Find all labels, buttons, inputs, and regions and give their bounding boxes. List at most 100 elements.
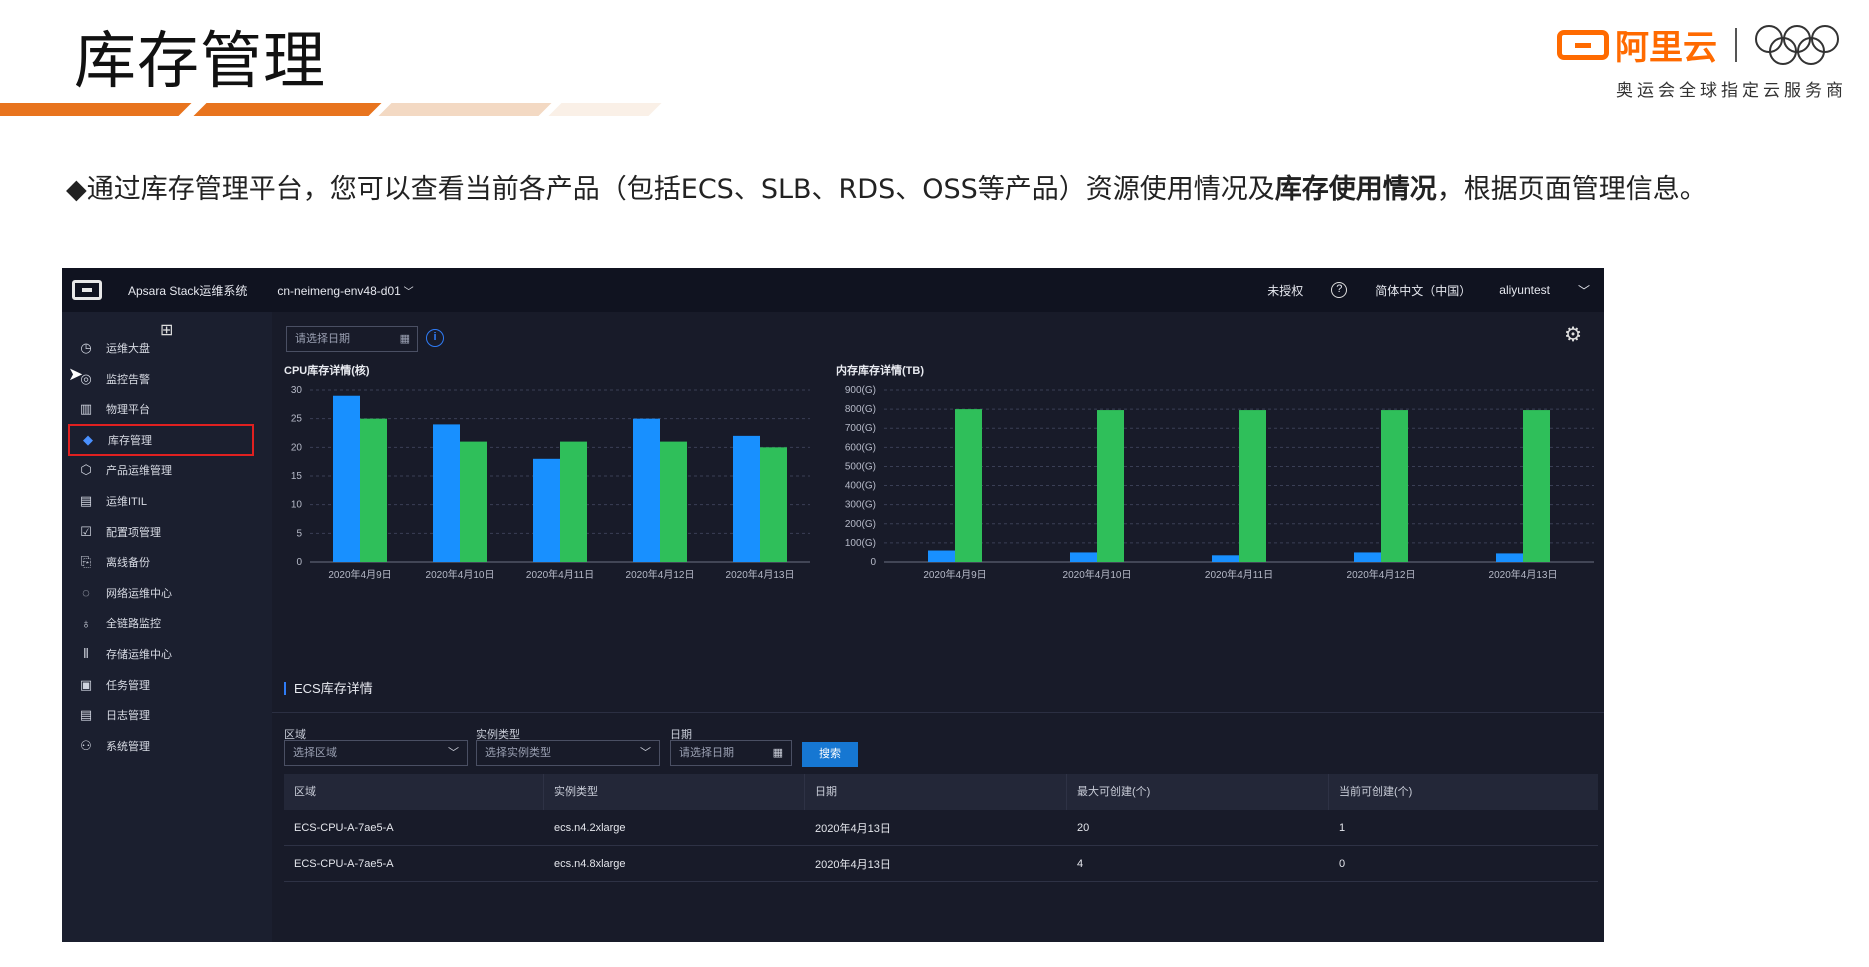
bullet-prefix: ◆通过库存管理平台，您可以查看当前各产品（包括ECS、SLB、RDS、OSS等产…: [66, 174, 1275, 205]
storage-icon: ⦀: [83, 646, 89, 661]
y-tick-label: 10: [291, 500, 303, 511]
sidebar-item[interactable]: ◌ 网络运维中心: [68, 577, 254, 609]
apsara-logo-icon[interactable]: [72, 280, 102, 300]
y-tick-label: 300(G): [845, 500, 876, 511]
backup-icon: ⎘: [80, 554, 92, 570]
bar: [928, 550, 955, 562]
x-tick-label: 2020年4月12日: [626, 568, 695, 581]
sidebar-item-label: 系统管理: [106, 740, 150, 753]
sidebar-item[interactable]: ◎ 监控告警: [68, 363, 254, 395]
bar: [333, 395, 360, 562]
sidebar-item[interactable]: ⦀ 存储运维中心: [68, 638, 254, 670]
user-settings-icon: ⚇: [80, 737, 92, 753]
y-tick-label: 0: [296, 557, 302, 568]
y-tick-label: 0: [870, 557, 876, 568]
chevron-down-icon: ﹀: [640, 747, 651, 759]
top-bar-right: 未授权 ? 简体中文（中国） aliyuntest ﹀: [1267, 282, 1604, 299]
sidebar-item-label: 任务管理: [106, 679, 150, 692]
x-tick-label: 2020年4月9日: [328, 568, 391, 581]
y-tick-label: 500(G): [845, 461, 876, 472]
y-tick-label: 20: [291, 442, 303, 453]
memory-bar-chart: 0 100(G) 200(G) 300(G) 400(G) 500(G) 600(G) 700…: [845, 385, 1594, 581]
ecs-table: 区域 实例类型 日期 最大可创建(个) 当前可创建(个) ECS-CPU-A-7…: [284, 774, 1598, 882]
pie-chart-icon: ◷: [80, 340, 92, 355]
language-selector[interactable]: 简体中文（中国）: [1375, 282, 1471, 299]
sidebar-item[interactable]: ☑ 配置项管理: [68, 516, 254, 548]
x-tick-label: 2020年4月13日: [1489, 568, 1558, 581]
x-tick-label: 2020年4月13日: [726, 568, 795, 581]
ecs-section-title: ECS库存详情: [284, 682, 373, 695]
slide-title: 库存管理: [74, 24, 327, 97]
user-menu[interactable]: aliyuntest: [1499, 283, 1550, 297]
y-tick-label: 30: [291, 385, 303, 396]
olympic-rings-icon: [1755, 23, 1839, 67]
y-tick-label: 200(G): [845, 519, 876, 530]
gear-icon[interactable]: ⚙: [1564, 322, 1582, 347]
table-row[interactable]: ECS-CPU-A-7ae5-A ecs.n4.8xlarge 2020年4月1…: [284, 846, 1598, 882]
column-header-region[interactable]: 区域: [284, 774, 544, 810]
sidebar-item-label: 离线备份: [106, 557, 150, 570]
table-row[interactable]: ECS-CPU-A-7ae5-A ecs.n4.2xlarge 2020年4月1…: [284, 810, 1598, 846]
instance-type-select[interactable]: 选择实例类型 ﹀: [476, 740, 660, 766]
bar: [560, 441, 587, 562]
bullet-bold: 库存使用情况: [1274, 174, 1437, 205]
sidebar-item[interactable]: ♁ 全链路监控: [68, 607, 254, 639]
top-bar: Apsara Stack运维系统 cn-neimeng-env48-d01 未授…: [62, 268, 1604, 312]
y-tick-label: 5: [296, 528, 302, 539]
sidebar-item[interactable]: ▣ 任务管理: [68, 669, 254, 701]
cell-instance-type: ecs.n4.8xlarge: [554, 857, 626, 870]
aliyun-mark-icon: [1557, 29, 1609, 60]
region-select[interactable]: 选择区域 ﹀: [284, 740, 468, 766]
cell-region: ECS-CPU-A-7ae5-A: [294, 821, 394, 834]
header-stripe: [378, 103, 552, 116]
date-filter-placeholder: 请选择日期: [679, 747, 734, 759]
date-picker-placeholder: 请选择日期: [295, 333, 350, 345]
brand-subtitle: 奥运会全球指定云服务商: [1616, 81, 1847, 101]
help-icon[interactable]: ?: [1331, 282, 1348, 298]
sidebar-item[interactable]: ▤ 日志管理: [68, 699, 254, 731]
system-name: Apsara Stack运维系统: [128, 283, 248, 298]
sidebar-item-label: 产品运维管理: [106, 465, 172, 478]
sidebar-item[interactable]: ⚇ 系统管理: [68, 730, 254, 762]
x-tick-label: 2020年4月12日: [1347, 568, 1416, 581]
y-tick-label: 25: [291, 414, 303, 425]
bar: [1070, 552, 1097, 562]
sidebar-item[interactable]: ▥ 物理平台: [68, 393, 254, 425]
sidebar-item[interactable]: ◆ 库存管理: [68, 423, 254, 456]
sidebar-item[interactable]: ▤ 运维ITIL: [68, 485, 254, 517]
cell-max-creatable: 4: [1077, 857, 1084, 870]
column-header-instance-type[interactable]: 实例类型: [544, 774, 805, 810]
x-tick-label: 2020年4月10日: [1063, 568, 1132, 581]
header-stripe: [193, 103, 382, 116]
date-picker[interactable]: 请选择日期 ▦: [286, 326, 418, 352]
sidebar-item-label: 库存管理: [108, 434, 152, 447]
brand-name: 阿里云: [1615, 28, 1717, 68]
date-filter-input[interactable]: 请选择日期 ▦: [670, 740, 792, 766]
unauthorized-label[interactable]: 未授权: [1267, 282, 1303, 299]
column-header-current-creatable[interactable]: 当前可创建(个): [1329, 774, 1598, 810]
info-icon[interactable]: i: [426, 329, 444, 347]
bar: [533, 458, 560, 562]
cell-date: 2020年4月13日: [815, 858, 891, 871]
cell-region: ECS-CPU-A-7ae5-A: [294, 857, 394, 870]
column-header-max-creatable[interactable]: 最大可创建(个): [1067, 774, 1329, 810]
environment-selector[interactable]: cn-neimeng-env48-d01: [277, 283, 413, 298]
sidebar-item-label: 运维大盘: [106, 343, 150, 355]
cube-icon: ⬡: [80, 462, 92, 478]
search-button[interactable]: 搜索: [802, 742, 858, 767]
sidebar-item[interactable]: ◷ 运维大盘: [68, 332, 254, 364]
x-tick-label: 2020年4月11日: [1205, 568, 1273, 581]
bar: [1381, 410, 1408, 562]
sidebar-item[interactable]: ⎘ 离线备份: [68, 546, 254, 578]
x-tick-label: 2020年4月10日: [426, 568, 495, 581]
column-header-date[interactable]: 日期: [805, 774, 1067, 810]
x-tick-label: 2020年4月9日: [923, 568, 986, 581]
y-tick-label: 700(G): [845, 423, 876, 434]
sidebar-item[interactable]: ⬡ 产品运维管理: [68, 454, 254, 486]
calendar-icon: ▦: [772, 747, 783, 759]
bar: [760, 447, 787, 562]
bullet-suffix: ，根据页面管理信息。: [1436, 174, 1707, 205]
chevron-down-icon[interactable]: ﹀: [1578, 282, 1590, 299]
bar: [1354, 552, 1381, 562]
y-tick-label: 800(G): [845, 404, 876, 415]
